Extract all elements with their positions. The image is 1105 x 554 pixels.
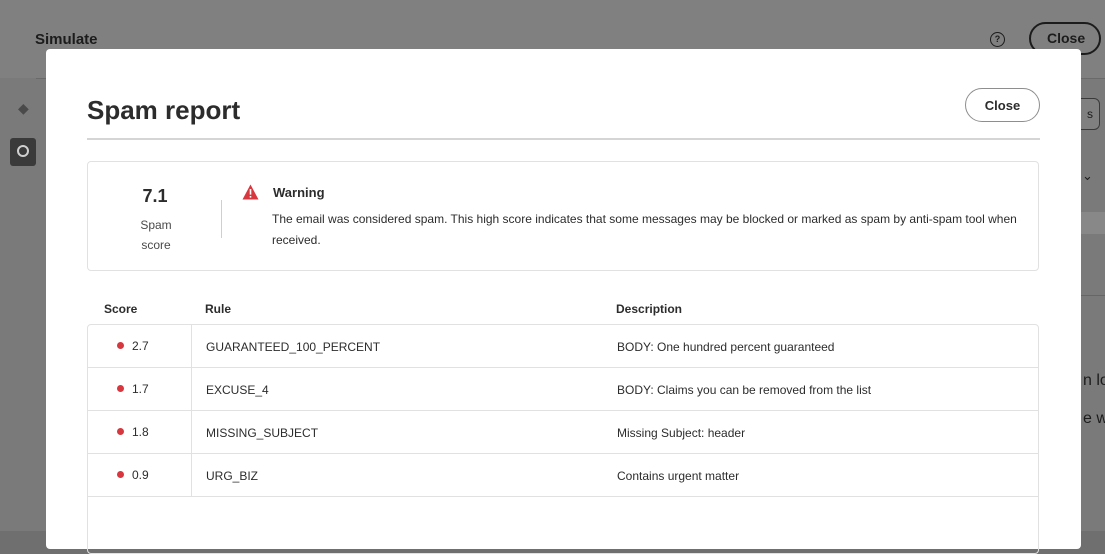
rule-score: 1.7 bbox=[132, 382, 149, 396]
severity-dot-icon bbox=[117, 428, 124, 435]
dialog-title: Spam report bbox=[87, 95, 241, 125]
rule-score: 1.8 bbox=[132, 425, 149, 439]
user-profile-icon[interactable] bbox=[10, 138, 36, 166]
cell-divider bbox=[191, 454, 192, 496]
cell-divider bbox=[191, 368, 192, 410]
close-button[interactable]: Close bbox=[965, 88, 1040, 122]
rule-name: URG_BIZ bbox=[206, 469, 259, 483]
right-panel-band bbox=[1081, 212, 1105, 234]
warning-title: Warning bbox=[273, 185, 325, 200]
spam-summary-card: 7.1 Spam score Warning The email was con… bbox=[87, 161, 1039, 271]
column-header-score: Score bbox=[104, 302, 138, 316]
rule-name: MISSING_SUBJECT bbox=[206, 426, 319, 440]
column-header-description: Description bbox=[616, 302, 683, 316]
cell-divider bbox=[191, 325, 192, 367]
spam-report-dialog: Spam report Close 7.1 Spam score Warning… bbox=[46, 49, 1081, 554]
warning-icon bbox=[242, 184, 259, 200]
rule-description: BODY: Claims you can be removed from the… bbox=[617, 383, 872, 397]
column-header-rule: Rule bbox=[205, 302, 232, 316]
summary-separator bbox=[221, 200, 222, 238]
rule-name: GUARANTEED_100_PERCENT bbox=[206, 340, 381, 354]
right-panel-text: n lo bbox=[1083, 372, 1105, 389]
table-row: 1.7 EXCUSE_4 BODY: Claims you can be rem… bbox=[88, 368, 1038, 411]
rule-description: Missing Subject: header bbox=[617, 426, 746, 440]
cell-divider bbox=[191, 411, 192, 453]
chevron-down-icon[interactable]: ⌄ bbox=[1082, 168, 1093, 184]
app-title: Simulate bbox=[35, 31, 98, 48]
spam-score-value: 7.1 bbox=[142, 186, 168, 206]
table-row: 2.7 GUARANTEED_100_PERCENT BODY: One hun… bbox=[88, 325, 1038, 368]
rule-score: 0.9 bbox=[132, 468, 149, 482]
rule-name: EXCUSE_4 bbox=[206, 383, 269, 397]
spam-score-label: Spam score bbox=[140, 218, 172, 252]
table-row: 0.9 URG_BIZ Contains urgent matter bbox=[88, 454, 1038, 497]
right-panel-text: e w bbox=[1083, 410, 1105, 427]
dialog-divider bbox=[87, 138, 1040, 140]
table-row: 1.8 MISSING_SUBJECT Missing Subject: hea… bbox=[88, 411, 1038, 454]
rule-description: Contains urgent matter bbox=[617, 469, 740, 483]
help-circle-icon[interactable]: ? bbox=[990, 32, 1005, 47]
severity-dot-icon bbox=[117, 385, 124, 392]
severity-dot-icon bbox=[117, 342, 124, 349]
severity-dot-icon bbox=[117, 471, 124, 478]
rule-score: 2.7 bbox=[132, 339, 149, 353]
right-panel-divider bbox=[1081, 295, 1105, 296]
rule-description: BODY: One hundred percent guaranteed bbox=[617, 340, 835, 354]
warning-message: The email was considered spam. This high… bbox=[272, 212, 1017, 247]
layers-icon[interactable]: ◆ bbox=[18, 100, 29, 117]
spam-rules-table: 2.7 GUARANTEED_100_PERCENT BODY: One hun… bbox=[87, 324, 1039, 554]
